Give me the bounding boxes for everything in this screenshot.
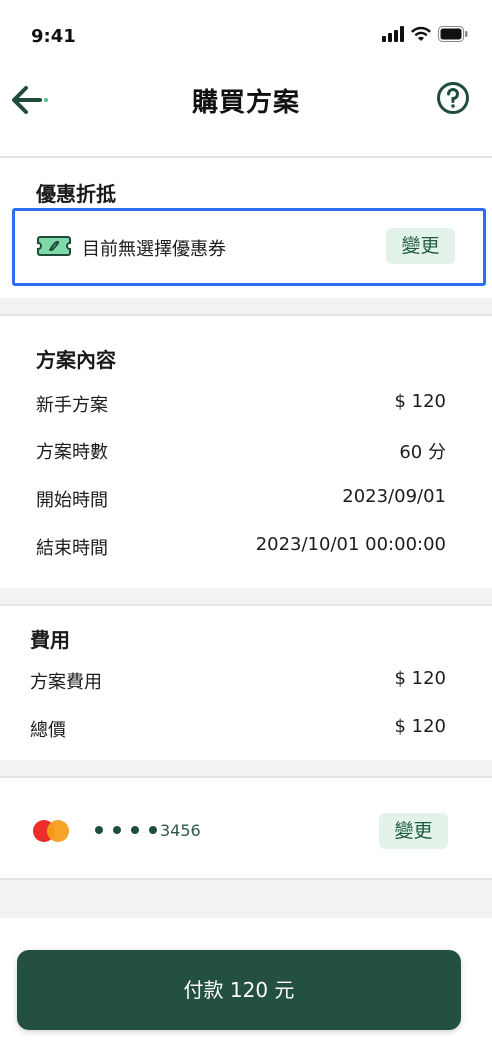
fees-section: 費用 方案費用 $ 120 總價 $ 120 xyxy=(0,606,492,760)
coupon-status-text: 目前無選擇優惠券 xyxy=(82,239,226,260)
plan-section: 方案內容 新手方案 $ 120 方案時數 60 分 開始時間 2023/09/0… xyxy=(0,316,492,588)
battery-icon xyxy=(438,26,468,42)
page-title: 購買方案 xyxy=(191,88,300,118)
ticket-icon xyxy=(37,236,71,256)
card-last-digits: 3456 xyxy=(160,821,201,840)
mask-dot xyxy=(95,826,103,834)
status-time: 9:41 xyxy=(31,26,76,47)
discount-title: 優惠折抵 xyxy=(36,182,116,206)
mastercard-icon xyxy=(33,820,69,842)
payment-divider-bottom xyxy=(0,878,492,880)
status-bar: 9:41 xyxy=(0,0,492,72)
question-icon xyxy=(437,82,469,114)
signal-icon xyxy=(382,26,404,42)
end-time-label: 結束時間 xyxy=(36,538,108,559)
plan-hours-label: 方案時數 xyxy=(36,442,108,463)
end-time-value: 2023/10/01 00:00:00 xyxy=(255,534,446,555)
plan-title: 方案內容 xyxy=(36,348,116,372)
total-price-value: $ 120 xyxy=(394,716,446,737)
payment-method-row: 3456 變更 xyxy=(0,778,492,878)
total-price-label: 總價 xyxy=(30,720,66,741)
nav-bar: 購買方案 xyxy=(0,72,492,156)
plan-name-label: 新手方案 xyxy=(36,395,108,416)
wifi-icon xyxy=(411,26,431,41)
plan-fee-value: $ 120 xyxy=(394,668,446,689)
start-time-value: 2023/09/01 xyxy=(342,486,446,507)
mask-dot xyxy=(149,826,157,834)
mask-dot xyxy=(131,826,139,834)
pay-button[interactable]: 付款 120 元 xyxy=(17,950,461,1030)
plan-hours-value: 60 分 xyxy=(399,442,446,463)
status-icons xyxy=(382,26,468,42)
plan-name-value: $ 120 xyxy=(394,391,446,412)
plan-fee-label: 方案費用 xyxy=(30,672,102,693)
help-button[interactable] xyxy=(436,81,470,115)
start-time-label: 開始時間 xyxy=(36,490,108,511)
masked-card-dots xyxy=(95,826,157,834)
mask-dot xyxy=(113,826,121,834)
change-payment-button[interactable]: 變更 xyxy=(379,813,448,849)
change-coupon-button[interactable]: 變更 xyxy=(386,228,455,264)
coupon-selector[interactable]: 目前無選擇優惠券 變更 xyxy=(12,208,486,286)
fees-title: 費用 xyxy=(30,628,70,652)
